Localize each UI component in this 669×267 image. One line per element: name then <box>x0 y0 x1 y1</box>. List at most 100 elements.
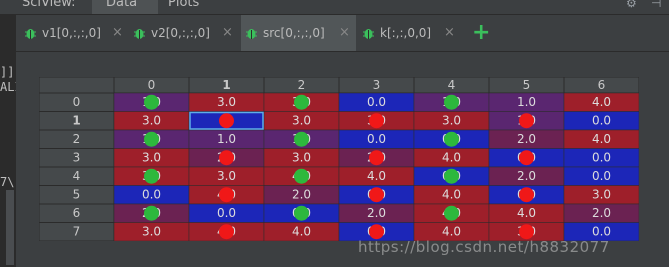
close-icon[interactable]: × <box>222 25 233 40</box>
table-cell-value: 2.0 <box>517 169 536 183</box>
table-cell-value: 3.0 <box>292 151 311 165</box>
green-dot-marker <box>294 205 309 221</box>
bug-icon <box>25 29 36 39</box>
column-header-label: 3 <box>373 78 381 92</box>
red-dot-marker <box>519 150 534 166</box>
row-header-label: 3 <box>73 151 81 165</box>
data-view: 012345601.03.03.00.01.01.04.013.03.03.03… <box>16 52 669 267</box>
table-cell-value: 2.0 <box>292 188 311 202</box>
table-cell-value: 3.0 <box>142 151 161 165</box>
table-cell-value: 4.0 <box>592 132 611 146</box>
table-cell-value: 0.0 <box>142 188 161 202</box>
green-dot-marker <box>444 168 459 184</box>
green-dot-marker <box>444 205 459 221</box>
tab-v2[interactable]: v2[0,:,:,0] × <box>129 15 239 51</box>
table-cell-value: 4.0 <box>517 206 536 220</box>
sciview-title: SciView: <box>22 0 76 10</box>
green-dot-marker <box>144 205 159 221</box>
green-dot-marker <box>294 131 309 147</box>
tab-data[interactable]: Data <box>92 0 158 14</box>
red-dot-marker <box>219 224 234 240</box>
row-header-label: 1 <box>72 114 80 128</box>
table-cell-value: 4.0 <box>292 225 311 239</box>
column-header-label: 4 <box>448 78 456 92</box>
close-icon[interactable]: × <box>112 25 123 40</box>
array-table-svg: 012345601.03.03.00.01.01.04.013.03.03.03… <box>38 76 640 242</box>
table-cell-value: 0.0 <box>367 95 386 109</box>
vertical-scrollbar[interactable] <box>657 52 669 267</box>
table-cell-value: 0.0 <box>217 206 236 220</box>
bug-icon <box>363 29 374 39</box>
row-header-label: 6 <box>73 206 81 220</box>
tab-plots[interactable]: Plots <box>168 0 199 10</box>
green-dot-marker <box>144 94 159 110</box>
table-cell-value: 4.0 <box>592 95 611 109</box>
table-cell-value: 0.0 <box>592 114 611 128</box>
tab-k-label: k[:,:,0,0] <box>380 26 432 40</box>
table-cell-value: 3.0 <box>592 188 611 202</box>
table-corner <box>38 76 115 94</box>
red-dot-marker <box>519 187 534 203</box>
red-dot-marker <box>219 187 234 203</box>
green-dot-marker <box>444 131 459 147</box>
tab-v1[interactable]: v1[0,:,:,0] × <box>20 15 128 51</box>
red-dot-marker <box>219 150 234 166</box>
table-cell-value: 3.0 <box>442 114 461 128</box>
table-cell-value: 3.0 <box>292 114 311 128</box>
column-header-label: 5 <box>523 78 531 92</box>
column-header-label: 6 <box>598 78 606 92</box>
hide-icon[interactable]: ⊣ <box>651 0 661 10</box>
table-cell-value: 3.0 <box>217 169 236 183</box>
editor-fragment: ]] <box>0 65 15 79</box>
table-cell-value: 2.0 <box>592 206 611 220</box>
variable-tab-bar: v1[0,:,:,0] × v2[0,:,:,0] × src[0,:,:,0]… <box>16 15 669 52</box>
red-dot-marker <box>369 187 384 203</box>
table-cell-value: 0.0 <box>592 169 611 183</box>
gear-icon[interactable]: ⚙ <box>626 0 637 10</box>
row-header-label: 4 <box>73 169 81 183</box>
green-dot-marker <box>144 168 159 184</box>
column-header-label: 1 <box>222 78 230 92</box>
column-header-label: 2 <box>298 78 306 92</box>
table-cell-value: 3.0 <box>142 114 161 128</box>
table-cell-value: 2.0 <box>367 206 386 220</box>
red-dot-marker <box>219 113 234 129</box>
close-icon[interactable]: × <box>444 25 455 40</box>
table-cell-value: 3.0 <box>142 225 161 239</box>
tab-src[interactable]: src[0,:,:,0] × <box>241 15 356 51</box>
editor-gutter: ]] ALI 7\ <box>0 15 22 267</box>
tab-v2-label: v2[0,:,:,0] <box>151 26 210 40</box>
table-cell-value: 0.0 <box>592 151 611 165</box>
editor-scrollbar[interactable] <box>6 190 14 265</box>
row-header-label: 5 <box>73 188 81 202</box>
table-cell-value: 2.0 <box>517 132 536 146</box>
green-dot-marker <box>294 94 309 110</box>
green-dot-marker <box>444 94 459 110</box>
column-header-label: 0 <box>148 78 156 92</box>
close-icon[interactable]: × <box>339 25 350 40</box>
table-cell-value: 4.0 <box>442 225 461 239</box>
array-table: 012345601.03.03.00.01.01.04.013.03.03.03… <box>38 76 640 245</box>
tab-data-label: Data <box>106 0 138 10</box>
red-dot-marker <box>369 150 384 166</box>
table-cell-value: 4.0 <box>442 151 461 165</box>
add-tab-button[interactable]: + <box>472 20 490 45</box>
tab-v1-label: v1[0,:,:,0] <box>42 26 101 40</box>
tab-src-label: src[0,:,:,0] <box>263 26 325 40</box>
table-cell-value: 0.0 <box>367 132 386 146</box>
editor-fragment: 7\ <box>0 175 15 189</box>
table-cell-value: 1.0 <box>217 132 236 146</box>
tool-window-header: SciView: Data Plots ⚙ ⊣ <box>0 0 669 15</box>
green-dot-marker <box>144 131 159 147</box>
table-cell-value: 1.0 <box>517 95 536 109</box>
red-dot-marker <box>519 224 534 240</box>
table-cell-value: 3.0 <box>217 95 236 109</box>
tab-k[interactable]: k[:,:,0,0] × <box>358 15 460 51</box>
bug-icon <box>134 29 145 39</box>
row-header-label: 7 <box>73 225 81 239</box>
row-header-label: 0 <box>73 95 81 109</box>
table-cell-value: 0.0 <box>592 225 611 239</box>
table-cell-value: 4.0 <box>367 169 386 183</box>
red-dot-marker <box>519 113 534 129</box>
red-dot-marker <box>369 113 384 129</box>
